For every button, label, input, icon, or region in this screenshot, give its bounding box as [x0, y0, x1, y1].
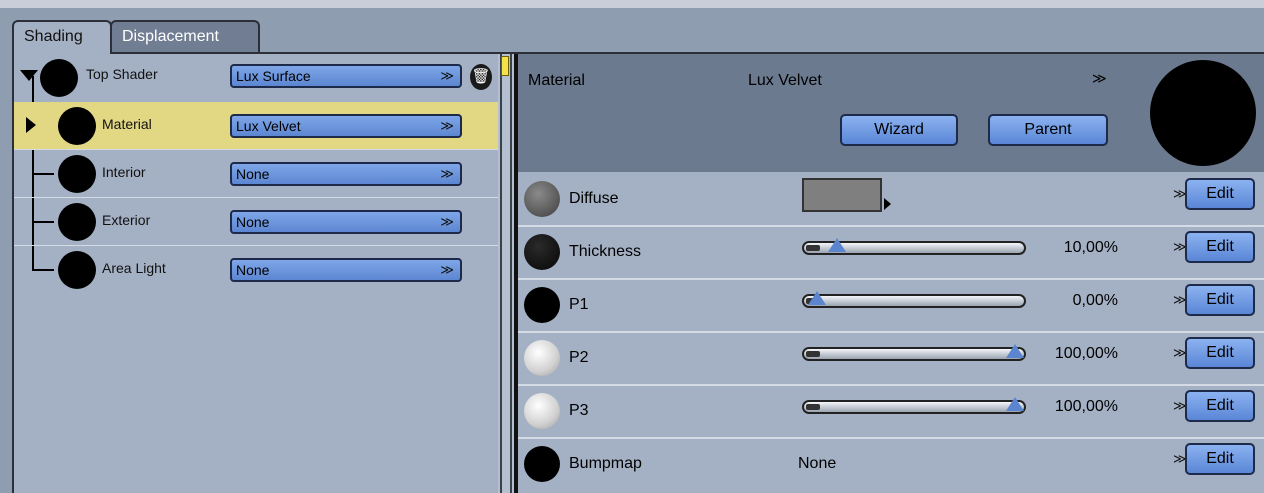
param-ball-icon: [524, 234, 560, 270]
param-label: Bumpmap: [569, 455, 642, 472]
param-row-p1: P1 0,00% ≫ Edit: [518, 278, 1264, 331]
parent-button[interactable]: Parent: [988, 114, 1108, 146]
param-row-thickness: Thickness 10,00% ≫ Edit: [518, 225, 1264, 278]
shader-ball-icon: [58, 155, 96, 193]
tab-shading[interactable]: Shading: [12, 20, 112, 54]
param-ball-icon: [524, 181, 560, 217]
param-ball-icon: [524, 393, 560, 429]
tree-row-interior[interactable]: Interior None ≫: [14, 150, 498, 198]
param-row-diffuse: Diffuse ≫ Edit: [518, 172, 1264, 225]
param-value: 100,00%: [1054, 345, 1118, 362]
shader-tree-panel: Top Shader Lux Surface ≫ 🗑 Material Lux V…: [14, 54, 498, 493]
material-preview: [1150, 60, 1256, 166]
shader-ball-icon: [58, 251, 96, 289]
param-ball-icon: [524, 287, 560, 323]
tree-label: Top Shader: [86, 66, 158, 82]
chevron-down-icon[interactable]: ≫: [1092, 70, 1107, 87]
top-band: [0, 0, 1264, 8]
arrow-right-icon: [26, 117, 36, 133]
shader-ball-icon: [58, 107, 96, 145]
tree-label: Area Light: [102, 260, 166, 276]
shader-ball-icon: [40, 59, 78, 97]
material-panel: Material Lux Velvet ≫ Wizard Parent Diff…: [518, 54, 1264, 493]
tree-label: Material: [102, 116, 152, 132]
material-label: Material: [528, 72, 585, 89]
chevron-down-icon: ≫: [440, 166, 454, 181]
edit-button[interactable]: Edit: [1185, 443, 1255, 475]
edit-button[interactable]: Edit: [1185, 178, 1255, 210]
param-value: None: [798, 455, 837, 472]
arrow-right-icon[interactable]: [884, 198, 891, 210]
tree-label: Interior: [102, 164, 146, 180]
param-value: 10,00%: [1063, 239, 1118, 256]
tree-row-top-shader[interactable]: Top Shader Lux Surface ≫ 🗑: [14, 54, 498, 102]
p3-slider[interactable]: [802, 397, 1026, 414]
splitter-handle[interactable]: [501, 56, 509, 76]
tree-label: Exterior: [102, 212, 151, 228]
top-shader-dropdown[interactable]: Lux Surface ≫: [230, 64, 462, 88]
dropdown-value: None: [236, 166, 270, 182]
shader-ball-icon: [58, 203, 96, 241]
area-light-dropdown[interactable]: None ≫: [230, 258, 462, 282]
chevron-down-icon: ≫: [440, 214, 454, 229]
edit-button[interactable]: Edit: [1185, 390, 1255, 422]
material-value[interactable]: Lux Velvet: [748, 72, 822, 90]
trash-icon[interactable]: 🗑: [470, 64, 492, 90]
interior-dropdown[interactable]: None ≫: [230, 162, 462, 186]
tab-displacement[interactable]: Displacement: [110, 20, 260, 52]
material-dropdown[interactable]: Lux Velvet ≫: [230, 114, 462, 138]
p2-slider[interactable]: [802, 344, 1026, 361]
exterior-dropdown[interactable]: None ≫: [230, 210, 462, 234]
dropdown-value: None: [236, 262, 270, 278]
param-label: P1: [569, 296, 589, 313]
param-row-p3: P3 100,00% ≫ Edit: [518, 384, 1264, 437]
edit-button[interactable]: Edit: [1185, 231, 1255, 263]
slider-thumb[interactable]: [808, 291, 826, 305]
tree-row-exterior[interactable]: Exterior None ≫: [14, 198, 498, 246]
wizard-button[interactable]: Wizard: [840, 114, 958, 146]
param-label: P2: [569, 349, 589, 366]
dropdown-value: Lux Velvet: [236, 118, 301, 134]
tree-row-area-light[interactable]: Area Light None ≫: [14, 246, 498, 294]
thickness-slider[interactable]: [802, 238, 1026, 255]
chevron-down-icon: ≫: [440, 262, 454, 277]
panel-splitter[interactable]: [498, 54, 518, 493]
material-header: Material Lux Velvet ≫ Wizard Parent: [518, 54, 1264, 172]
collapse-triangle-icon[interactable]: [20, 70, 38, 81]
chevron-down-icon: ≫: [440, 68, 454, 83]
param-value: 0,00%: [1072, 292, 1118, 309]
edit-button[interactable]: Edit: [1185, 337, 1255, 369]
edit-button[interactable]: Edit: [1185, 284, 1255, 316]
chevron-down-icon: ≫: [440, 118, 454, 133]
param-value: 100,00%: [1054, 398, 1118, 415]
param-row-p2: P2 100,00% ≫ Edit: [518, 331, 1264, 384]
param-row-bumpmap: Bumpmap None ≫ Edit: [518, 437, 1264, 490]
tree-row-material[interactable]: Material Lux Velvet ≫: [14, 102, 498, 150]
param-label: P3: [569, 402, 589, 419]
param-label: Thickness: [569, 243, 642, 260]
param-ball-icon: [524, 446, 560, 482]
slider-thumb[interactable]: [827, 238, 846, 252]
param-label: Diffuse: [569, 190, 619, 207]
p1-slider[interactable]: [802, 291, 1026, 308]
param-ball-icon: [524, 340, 560, 376]
dropdown-value: Lux Surface: [236, 68, 311, 84]
diffuse-color-swatch[interactable]: [802, 178, 882, 212]
dropdown-value: None: [236, 214, 270, 230]
